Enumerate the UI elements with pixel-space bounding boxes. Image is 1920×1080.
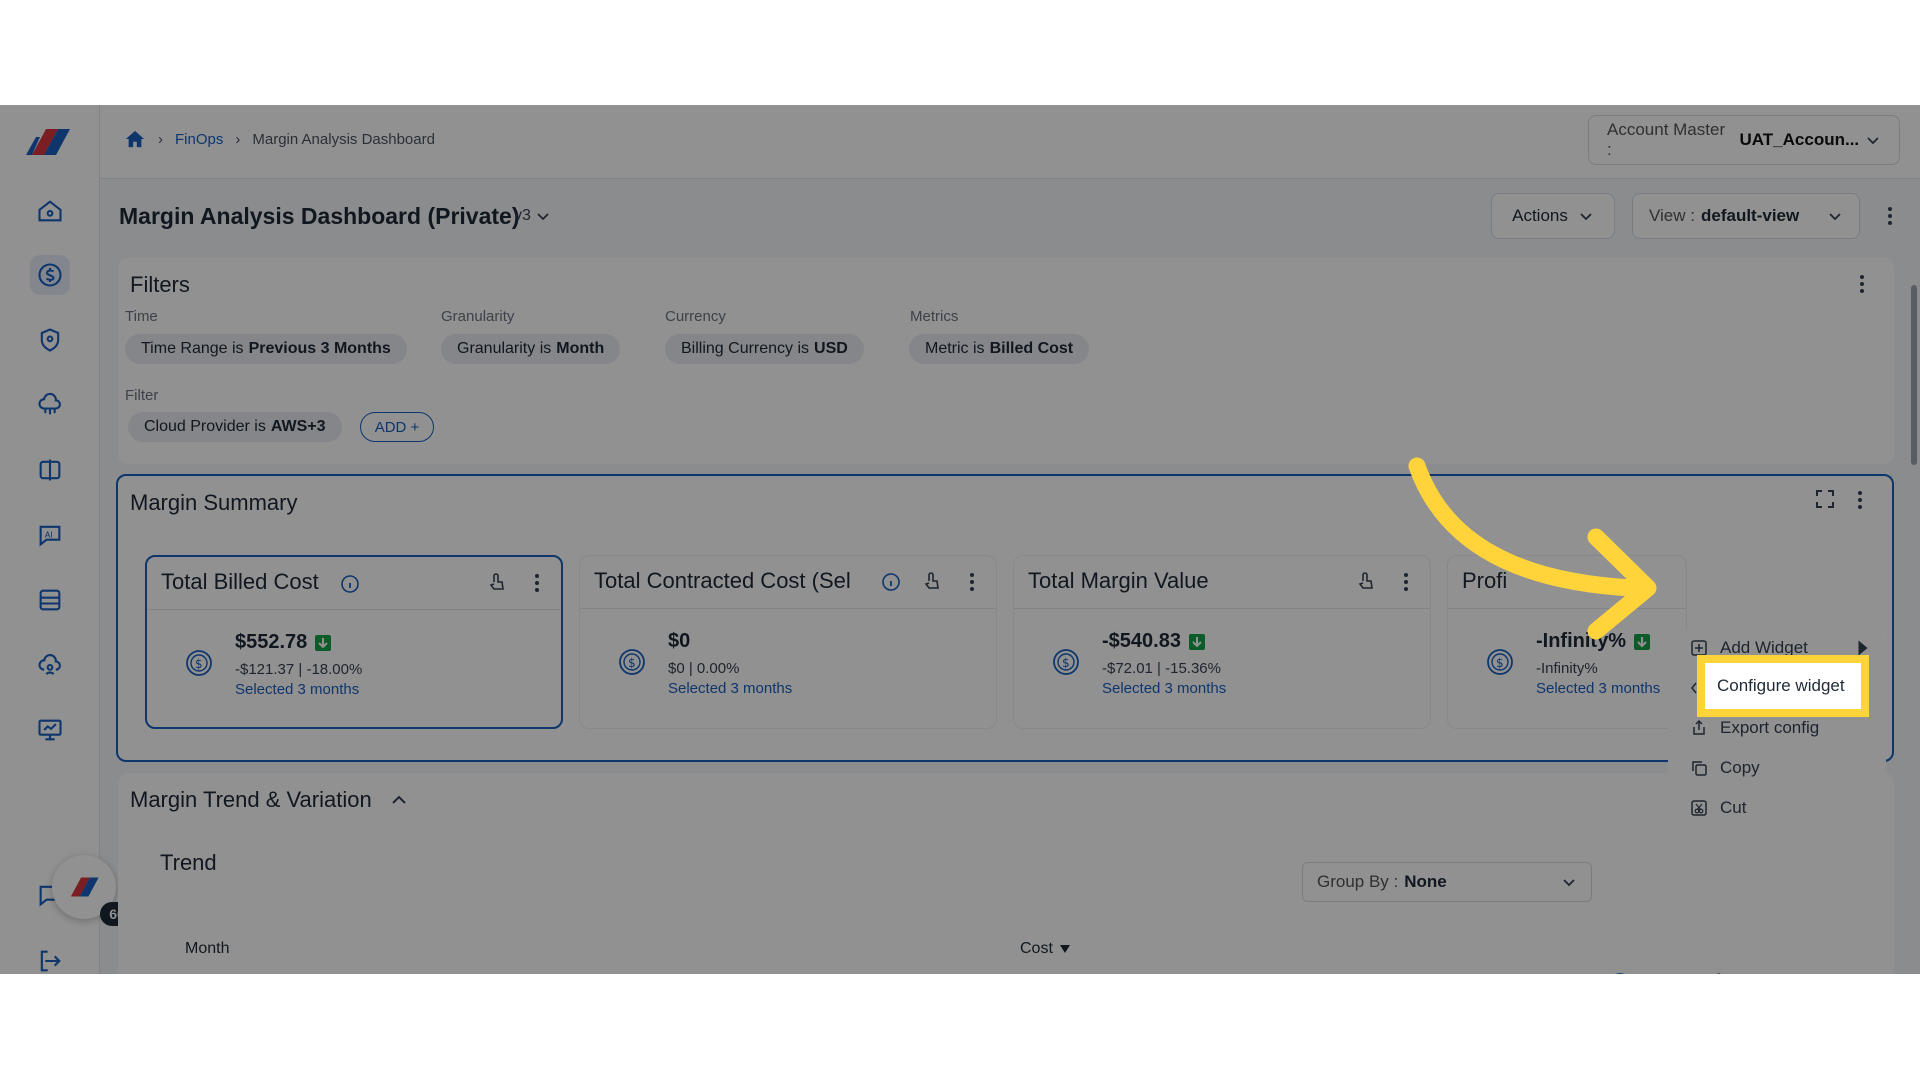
app-frame: AI 60 › FinOps › Margin Analysis Dashboa…	[0, 105, 1920, 974]
tutorial-overlay	[0, 105, 1920, 974]
configure-widget-menu-item[interactable]: Configure widget	[1697, 655, 1869, 717]
